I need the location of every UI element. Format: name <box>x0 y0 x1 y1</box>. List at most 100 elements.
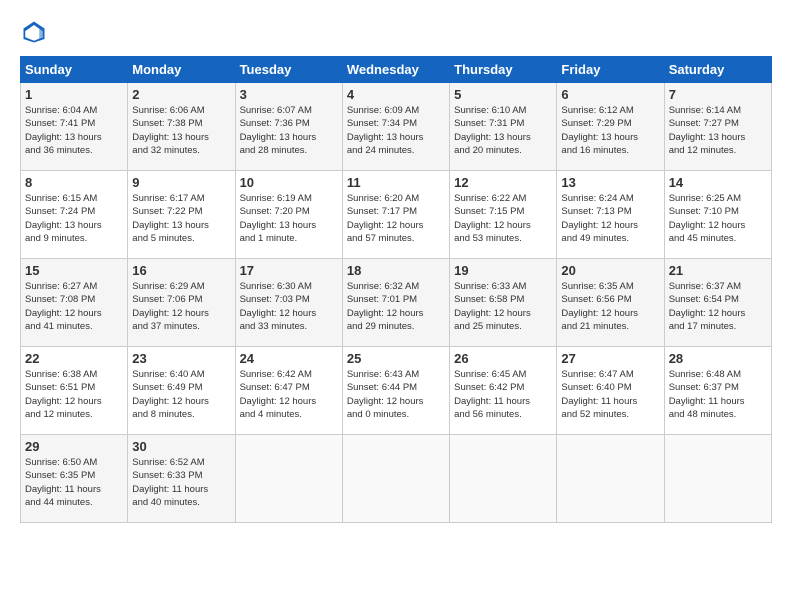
day-number: 5 <box>454 87 552 102</box>
day-info: Sunrise: 6:38 AM Sunset: 6:51 PM Dayligh… <box>25 368 123 421</box>
calendar-cell: 23 Sunrise: 6:40 AM Sunset: 6:49 PM Dayli… <box>128 347 235 435</box>
day-info: Sunrise: 6:48 AM Sunset: 6:37 PM Dayligh… <box>669 368 767 421</box>
day-info: Sunrise: 6:12 AM Sunset: 7:29 PM Dayligh… <box>561 104 659 157</box>
day-number: 22 <box>25 351 123 366</box>
day-info: Sunrise: 6:10 AM Sunset: 7:31 PM Dayligh… <box>454 104 552 157</box>
logo <box>20 18 52 46</box>
calendar-cell: 26Sunrise: 6:45 AM Sunset: 6:42 PM Dayli… <box>450 347 557 435</box>
day-info: Sunrise: 6:40 AM Sunset: 6:49 PM Dayligh… <box>132 368 230 421</box>
day-info: Sunrise: 6:25 AM Sunset: 7:10 PM Dayligh… <box>669 192 767 245</box>
calendar-header-thursday: Thursday <box>450 57 557 83</box>
calendar-header-wednesday: Wednesday <box>342 57 449 83</box>
calendar-header-row: SundayMondayTuesdayWednesdayThursdayFrid… <box>21 57 772 83</box>
calendar-cell: 10 Sunrise: 6:19 AM Sunset: 7:20 PM Dayli… <box>235 171 342 259</box>
calendar-cell: 16 Sunrise: 6:29 AM Sunset: 7:06 PM Dayli… <box>128 259 235 347</box>
calendar-header-monday: Monday <box>128 57 235 83</box>
day-number: 2 <box>132 87 230 102</box>
day-info: Sunrise: 6:47 AM Sunset: 6:40 PM Dayligh… <box>561 368 659 421</box>
calendar-cell: 9 Sunrise: 6:17 AM Sunset: 7:22 PM Daylig… <box>128 171 235 259</box>
day-info: Sunrise: 6:22 AM Sunset: 7:15 PM Dayligh… <box>454 192 552 245</box>
day-info: Sunrise: 6:29 AM Sunset: 7:06 PM Dayligh… <box>132 280 230 333</box>
calendar-cell: 2 Sunrise: 6:06 AM Sunset: 7:38 PM Daylig… <box>128 83 235 171</box>
day-number: 10 <box>240 175 338 190</box>
calendar-cell: 27 Sunrise: 6:47 AM Sunset: 6:40 PM Dayli… <box>557 347 664 435</box>
day-number: 20 <box>561 263 659 278</box>
day-number: 4 <box>347 87 445 102</box>
logo-icon <box>20 18 48 46</box>
day-number: 25 <box>347 351 445 366</box>
day-number: 24 <box>240 351 338 366</box>
calendar-cell: 5 Sunrise: 6:10 AM Sunset: 7:31 PM Daylig… <box>450 83 557 171</box>
calendar-cell: 30 Sunrise: 6:52 AM Sunset: 6:33 PM Dayli… <box>128 435 235 523</box>
calendar-cell: 24 Sunrise: 6:42 AM Sunset: 6:47 PM Dayli… <box>235 347 342 435</box>
day-info: Sunrise: 6:19 AM Sunset: 7:20 PM Dayligh… <box>240 192 338 245</box>
calendar-week-row: 22 Sunrise: 6:38 AM Sunset: 6:51 PM Dayli… <box>21 347 772 435</box>
day-number: 16 <box>132 263 230 278</box>
calendar-cell <box>557 435 664 523</box>
calendar-cell: 13 Sunrise: 6:24 AM Sunset: 7:13 PM Dayli… <box>557 171 664 259</box>
calendar-cell: 7 Sunrise: 6:14 AM Sunset: 7:27 PM Daylig… <box>664 83 771 171</box>
day-info: Sunrise: 6:32 AM Sunset: 7:01 PM Dayligh… <box>347 280 445 333</box>
day-number: 17 <box>240 263 338 278</box>
calendar-cell: 12Sunrise: 6:22 AM Sunset: 7:15 PM Dayli… <box>450 171 557 259</box>
calendar-header-tuesday: Tuesday <box>235 57 342 83</box>
day-info: Sunrise: 6:17 AM Sunset: 7:22 PM Dayligh… <box>132 192 230 245</box>
day-number: 19 <box>454 263 552 278</box>
day-number: 14 <box>669 175 767 190</box>
day-number: 26 <box>454 351 552 366</box>
calendar-cell: 22 Sunrise: 6:38 AM Sunset: 6:51 PM Dayli… <box>21 347 128 435</box>
day-number: 7 <box>669 87 767 102</box>
day-number: 21 <box>669 263 767 278</box>
day-info: Sunrise: 6:06 AM Sunset: 7:38 PM Dayligh… <box>132 104 230 157</box>
calendar-week-row: 15Sunrise: 6:27 AM Sunset: 7:08 PM Dayli… <box>21 259 772 347</box>
calendar-header-saturday: Saturday <box>664 57 771 83</box>
day-info: Sunrise: 6:14 AM Sunset: 7:27 PM Dayligh… <box>669 104 767 157</box>
calendar-cell: 4 Sunrise: 6:09 AM Sunset: 7:34 PM Daylig… <box>342 83 449 171</box>
day-number: 6 <box>561 87 659 102</box>
day-number: 30 <box>132 439 230 454</box>
day-number: 9 <box>132 175 230 190</box>
calendar-cell: 20Sunrise: 6:35 AM Sunset: 6:56 PM Dayli… <box>557 259 664 347</box>
calendar-cell: 25Sunrise: 6:43 AM Sunset: 6:44 PM Dayli… <box>342 347 449 435</box>
calendar-cell: 3Sunrise: 6:07 AM Sunset: 7:36 PM Daylig… <box>235 83 342 171</box>
day-number: 11 <box>347 175 445 190</box>
calendar-cell: 8 Sunrise: 6:15 AM Sunset: 7:24 PM Daylig… <box>21 171 128 259</box>
calendar-header-sunday: Sunday <box>21 57 128 83</box>
page: SundayMondayTuesdayWednesdayThursdayFrid… <box>0 0 792 533</box>
day-info: Sunrise: 6:27 AM Sunset: 7:08 PM Dayligh… <box>25 280 123 333</box>
day-number: 13 <box>561 175 659 190</box>
calendar-cell: 28 Sunrise: 6:48 AM Sunset: 6:37 PM Dayli… <box>664 347 771 435</box>
calendar-cell: 1 Sunrise: 6:04 AM Sunset: 7:41 PM Daylig… <box>21 83 128 171</box>
calendar-cell <box>342 435 449 523</box>
calendar-cell <box>450 435 557 523</box>
day-info: Sunrise: 6:04 AM Sunset: 7:41 PM Dayligh… <box>25 104 123 157</box>
day-info: Sunrise: 6:37 AM Sunset: 6:54 PM Dayligh… <box>669 280 767 333</box>
day-number: 23 <box>132 351 230 366</box>
day-number: 27 <box>561 351 659 366</box>
day-info: Sunrise: 6:42 AM Sunset: 6:47 PM Dayligh… <box>240 368 338 421</box>
calendar-cell <box>664 435 771 523</box>
calendar-cell: 11 Sunrise: 6:20 AM Sunset: 7:17 PM Dayli… <box>342 171 449 259</box>
day-number: 28 <box>669 351 767 366</box>
calendar-week-row: 1 Sunrise: 6:04 AM Sunset: 7:41 PM Daylig… <box>21 83 772 171</box>
day-info: Sunrise: 6:50 AM Sunset: 6:35 PM Dayligh… <box>25 456 123 509</box>
day-info: Sunrise: 6:24 AM Sunset: 7:13 PM Dayligh… <box>561 192 659 245</box>
day-info: Sunrise: 6:52 AM Sunset: 6:33 PM Dayligh… <box>132 456 230 509</box>
calendar-cell: 18 Sunrise: 6:32 AM Sunset: 7:01 PM Dayli… <box>342 259 449 347</box>
day-number: 3 <box>240 87 338 102</box>
calendar-cell: 19Sunrise: 6:33 AM Sunset: 6:58 PM Dayli… <box>450 259 557 347</box>
day-info: Sunrise: 6:09 AM Sunset: 7:34 PM Dayligh… <box>347 104 445 157</box>
day-info: Sunrise: 6:30 AM Sunset: 7:03 PM Dayligh… <box>240 280 338 333</box>
calendar-cell: 29 Sunrise: 6:50 AM Sunset: 6:35 PM Dayli… <box>21 435 128 523</box>
header <box>20 18 772 46</box>
day-info: Sunrise: 6:20 AM Sunset: 7:17 PM Dayligh… <box>347 192 445 245</box>
calendar-cell: 21 Sunrise: 6:37 AM Sunset: 6:54 PM Dayli… <box>664 259 771 347</box>
day-number: 18 <box>347 263 445 278</box>
day-info: Sunrise: 6:15 AM Sunset: 7:24 PM Dayligh… <box>25 192 123 245</box>
calendar-week-row: 29 Sunrise: 6:50 AM Sunset: 6:35 PM Dayli… <box>21 435 772 523</box>
day-number: 29 <box>25 439 123 454</box>
day-number: 8 <box>25 175 123 190</box>
day-number: 1 <box>25 87 123 102</box>
calendar-header-friday: Friday <box>557 57 664 83</box>
calendar-table: SundayMondayTuesdayWednesdayThursdayFrid… <box>20 56 772 523</box>
